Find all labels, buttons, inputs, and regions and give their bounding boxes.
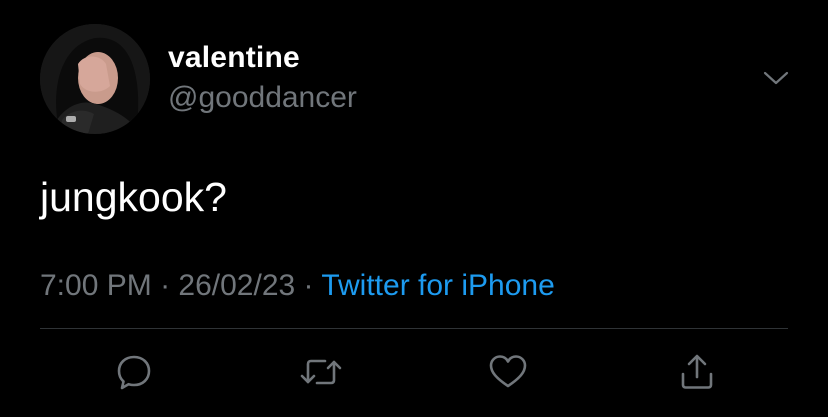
more-options-button[interactable] [760, 64, 792, 92]
reply-icon [117, 355, 151, 390]
tweet-text: jungkook? [40, 174, 227, 220]
meta-separator: · [303, 269, 314, 302]
divider [40, 328, 788, 329]
action-bar [0, 346, 828, 398]
retweet-icon [300, 359, 342, 385]
display-name[interactable]: valentine [168, 40, 300, 76]
retweet-button[interactable] [295, 346, 347, 398]
heart-icon [489, 355, 527, 388]
avatar-image [40, 24, 150, 134]
reply-button[interactable] [108, 346, 160, 398]
user-handle[interactable]: @gooddancer [168, 80, 357, 116]
tweet-detail: valentine @gooddancer jungkook? 7:00 PM … [0, 0, 828, 417]
meta-separator: · [160, 269, 171, 302]
tweet-time[interactable]: 7:00 PM [40, 269, 152, 302]
avatar[interactable] [40, 24, 150, 134]
chevron-down-icon [763, 71, 789, 85]
tweet-meta: 7:00 PM · 26/02/23 · Twitter for iPhone [40, 266, 555, 306]
share-button[interactable] [671, 346, 723, 398]
tweet-date[interactable]: 26/02/23 [178, 269, 295, 302]
like-button[interactable] [482, 346, 534, 398]
share-icon [681, 354, 713, 389]
tweet-source-link[interactable]: Twitter for iPhone [321, 269, 554, 302]
